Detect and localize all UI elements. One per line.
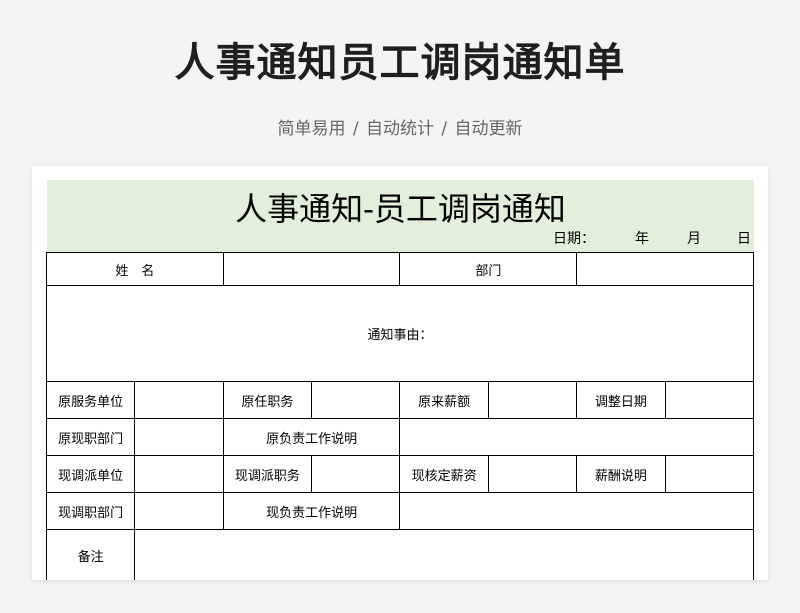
orig-duty-value[interactable]: [399, 418, 754, 456]
remark-row: 备注: [45, 529, 754, 580]
new-position-row: 现调派单位 现调派职务 现核定薪资 薪酬说明: [45, 455, 755, 493]
date-day-label: 日: [737, 231, 751, 247]
new-salary-value[interactable]: [487, 455, 578, 493]
new-title-value[interactable]: [311, 455, 401, 493]
page-title: 人事通知员工调岗通知单: [174, 40, 626, 86]
transfer-form-table: 姓 名 部门 通知事由： 原服务单位 原任职务 原来薪额 调整日期 原现职部门 …: [45, 252, 755, 580]
original-position-row: 原服务单位 原任职务 原来薪额 调整日期: [45, 381, 755, 419]
name-label: 姓 名: [46, 252, 224, 286]
new-salary-label: 现核定薪资: [399, 455, 489, 493]
date-year-label: 年: [635, 231, 649, 247]
orig-duty-label: 原负责工作说明: [222, 418, 401, 456]
new-dept-row: 现调职部门 现负责工作说明: [45, 492, 754, 530]
adjust-date-value[interactable]: [664, 381, 755, 419]
new-unit-value[interactable]: [134, 455, 224, 493]
original-dept-row: 原现职部门 原负责工作说明: [45, 418, 754, 456]
salary-note-label: 薪酬说明: [576, 455, 666, 493]
remark-value[interactable]: [134, 529, 754, 580]
dept-value-cell[interactable]: [576, 252, 754, 286]
new-dept-label: 现调职部门: [45, 492, 136, 530]
name-row: 姓 名 部门: [46, 252, 754, 286]
date-month-label: 月: [687, 231, 701, 247]
orig-salary-value[interactable]: [487, 381, 578, 419]
name-value-cell[interactable]: [222, 252, 401, 286]
page-subtitle: 简单易用 / 自动统计 / 自动更新: [277, 119, 523, 139]
adjust-date-label: 调整日期: [576, 381, 666, 419]
new-dept-value[interactable]: [134, 492, 224, 530]
orig-dept-value[interactable]: [134, 418, 224, 456]
new-title-label: 现调派职务: [222, 455, 313, 493]
orig-salary-label: 原来薪额: [399, 381, 489, 419]
sheet-title: 人事通知-员工调岗通知: [235, 190, 566, 228]
remark-label: 备注: [45, 529, 136, 580]
new-unit-label: 现调派单位: [45, 455, 136, 493]
orig-dept-label: 原现职部门: [45, 418, 136, 456]
reason-label: 通知事由：: [367, 328, 433, 343]
date-label: 日期：: [553, 231, 595, 247]
salary-note-value[interactable]: [664, 455, 755, 493]
orig-unit-value[interactable]: [134, 381, 224, 419]
reason-row: 通知事由：: [46, 285, 754, 382]
orig-unit-label: 原服务单位: [45, 381, 136, 419]
dept-label: 部门: [399, 252, 578, 286]
sheet-header: 人事通知-员工调岗通知 日期： 年 月 日: [47, 180, 754, 252]
form-preview-card: 人事通知-员工调岗通知 日期： 年 月 日 姓 名 部门 通知事由： 原服务单位…: [32, 166, 768, 580]
orig-title-value[interactable]: [311, 381, 401, 419]
new-duty-label: 现负责工作说明: [222, 492, 401, 530]
new-duty-value[interactable]: [399, 492, 754, 530]
orig-title-label: 原任职务: [222, 381, 313, 419]
reason-cell[interactable]: 通知事由：: [46, 285, 754, 382]
